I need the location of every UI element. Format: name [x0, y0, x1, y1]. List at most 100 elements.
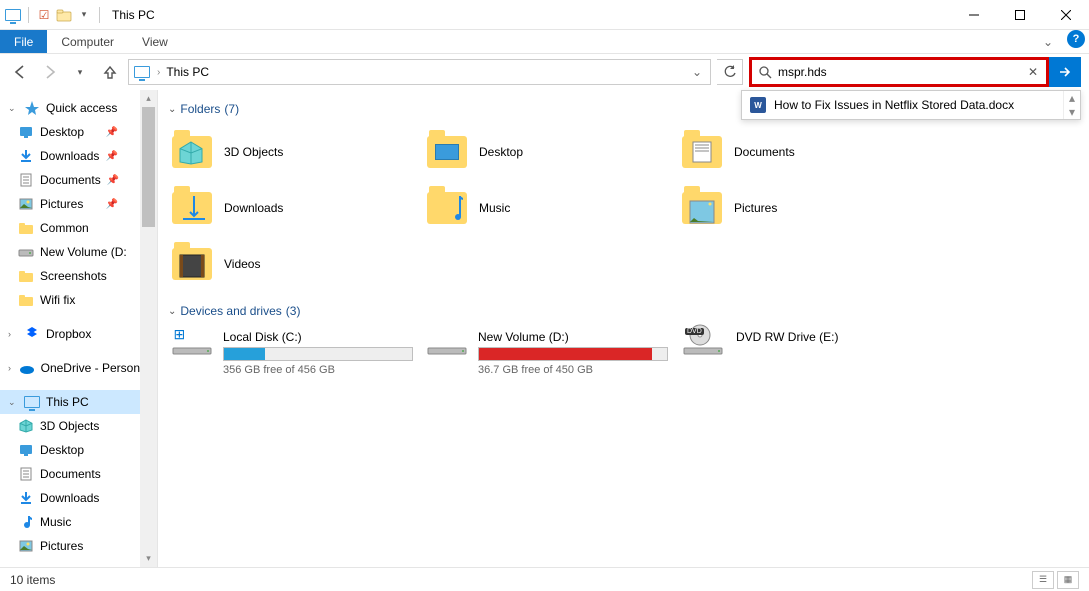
- folder-icon: [170, 186, 214, 230]
- search-box[interactable]: ✕: [749, 57, 1049, 87]
- search-input[interactable]: [774, 65, 1024, 79]
- system-menu-icon[interactable]: [4, 6, 22, 24]
- close-button[interactable]: [1043, 0, 1089, 30]
- search-clear-button[interactable]: ✕: [1024, 65, 1042, 79]
- sidebar-quick-access[interactable]: ⌄Quick access: [0, 96, 140, 120]
- drive-item-local-disk-c-[interactable]: ⊞ Local Disk (C:) 356 GB free of 456 GB: [164, 326, 419, 380]
- sidebar-dropbox[interactable]: ›Dropbox: [0, 322, 140, 346]
- documents-icon: [18, 172, 34, 188]
- dropbox-icon: [24, 326, 40, 342]
- folder-icon: [680, 130, 724, 174]
- 3d-icon: [18, 418, 34, 434]
- folder-label: Music: [479, 201, 510, 215]
- folder-item-downloads[interactable]: Downloads: [164, 180, 419, 236]
- address-bar[interactable]: › This PC ⌄: [128, 59, 711, 85]
- drive-free-text: 356 GB free of 456 GB: [223, 364, 413, 376]
- folder-item-pictures[interactable]: Pictures: [674, 180, 929, 236]
- sidebar-item-screenshots[interactable]: Screenshots: [0, 264, 140, 288]
- view-large-icons-button[interactable]: ▦: [1057, 571, 1079, 589]
- sidebar-scrollbar[interactable]: ▴ ▾: [140, 90, 157, 567]
- music-icon: [18, 514, 34, 530]
- minimize-button[interactable]: [951, 0, 997, 30]
- sidebar-item-desktop[interactable]: Desktop: [0, 438, 140, 462]
- folder-item-music[interactable]: Music: [419, 180, 674, 236]
- forward-button[interactable]: [38, 60, 62, 84]
- folder-icon: [170, 242, 214, 286]
- pictures-icon: [18, 538, 34, 554]
- navigation-bar: ▾ › This PC ⌄ ✕: [0, 54, 1089, 90]
- drive-usage-bar: [223, 347, 413, 361]
- downloads-icon: [18, 490, 34, 506]
- navigation-pane: ⌄Quick accessDesktop📌Downloads📌Documents…: [0, 90, 158, 567]
- ribbon-expand-icon[interactable]: ⌄: [1033, 30, 1063, 53]
- pc-icon: [24, 394, 40, 410]
- sidebar-item-downloads[interactable]: Downloads: [0, 486, 140, 510]
- folder-item-documents[interactable]: Documents: [674, 124, 929, 180]
- collapse-icon: ⌄: [168, 306, 176, 317]
- drive-icon: ⊞: [170, 330, 213, 370]
- address-dropdown-icon[interactable]: ⌄: [688, 65, 706, 79]
- suggestion-scrollbar[interactable]: ▴▾: [1063, 91, 1080, 119]
- sidebar-item-downloads[interactable]: Downloads📌: [0, 144, 140, 168]
- collapse-icon: ⌄: [168, 104, 176, 115]
- recent-locations-button[interactable]: ▾: [68, 60, 92, 84]
- onedrive-icon: [19, 360, 35, 376]
- folder-icon: [18, 268, 34, 284]
- sidebar-item-pictures[interactable]: Pictures: [0, 534, 140, 558]
- sidebar-item-new-volume-d-[interactable]: New Volume (D:: [0, 240, 140, 264]
- pictures-icon: [18, 196, 34, 212]
- folder-icon: [680, 186, 724, 230]
- sidebar-this-pc[interactable]: ⌄This PC: [0, 390, 140, 414]
- search-icon: [756, 65, 774, 79]
- pin-icon: 📌: [106, 151, 118, 162]
- qat-properties-icon[interactable]: ☑: [35, 6, 53, 24]
- pin-icon: 📌: [106, 199, 118, 210]
- status-bar: 10 items ☰ ▦: [0, 567, 1089, 591]
- downloads-icon: [18, 148, 34, 164]
- drive-label: Local Disk (C:): [223, 330, 413, 344]
- sidebar-onedrive[interactable]: ›OneDrive - Person: [0, 356, 140, 380]
- qat-customize-icon[interactable]: ▾: [75, 6, 93, 24]
- sidebar-item-pictures[interactable]: Pictures📌: [0, 192, 140, 216]
- breadcrumb-sep-icon: ›: [157, 67, 160, 78]
- title-bar: ☑ ▾ This PC: [0, 0, 1089, 30]
- sidebar-item-documents[interactable]: Documents📌: [0, 168, 140, 192]
- ribbon-tab-computer[interactable]: Computer: [47, 30, 128, 53]
- back-button[interactable]: [8, 60, 32, 84]
- view-details-button[interactable]: ☰: [1032, 571, 1054, 589]
- documents-icon: [18, 466, 34, 482]
- ribbon-tab-view[interactable]: View: [128, 30, 182, 53]
- drive-label: New Volume (D:): [478, 330, 668, 344]
- refresh-button[interactable]: [717, 59, 743, 85]
- sidebar-item-wifi-fix[interactable]: Wifi fix: [0, 288, 140, 312]
- suggestion-label: How to Fix Issues in Netflix Stored Data…: [774, 98, 1014, 112]
- folder-label: Pictures: [734, 201, 777, 215]
- sidebar-item-common[interactable]: Common: [0, 216, 140, 240]
- up-button[interactable]: [98, 60, 122, 84]
- sidebar-item-documents[interactable]: Documents: [0, 462, 140, 486]
- group-header-drives[interactable]: ⌄ Devices and drives (3): [164, 298, 1079, 326]
- folder-label: Desktop: [479, 145, 523, 159]
- sidebar-item-music[interactable]: Music: [0, 510, 140, 534]
- search-suggestion-item[interactable]: W How to Fix Issues in Netflix Stored Da…: [742, 91, 1063, 119]
- folder-label: Downloads: [224, 201, 283, 215]
- status-item-count: 10 items: [10, 573, 55, 587]
- folder-item-3d-objects[interactable]: 3D Objects: [164, 124, 419, 180]
- folder-icon: [18, 292, 34, 308]
- help-icon[interactable]: ?: [1067, 30, 1085, 48]
- drive-item-dvd-rw-drive-e-[interactable]: DVD DVD RW Drive (E:): [674, 326, 929, 380]
- folder-item-videos[interactable]: Videos: [164, 236, 419, 292]
- drive-item-new-volume-d-[interactable]: New Volume (D:) 36.7 GB free of 450 GB: [419, 326, 674, 380]
- folder-label: Videos: [224, 257, 260, 271]
- content-pane: ⌄ Folders (7) 3D Objects Desktop Documen…: [158, 90, 1089, 567]
- star-icon: [24, 100, 40, 116]
- search-submit-button[interactable]: [1049, 57, 1081, 87]
- sidebar-item-3d-objects[interactable]: 3D Objects: [0, 414, 140, 438]
- folder-item-desktop[interactable]: Desktop: [419, 124, 674, 180]
- address-text[interactable]: This PC: [166, 65, 682, 79]
- maximize-button[interactable]: [997, 0, 1043, 30]
- sidebar-item-desktop[interactable]: Desktop📌: [0, 120, 140, 144]
- qat-newfolder-icon[interactable]: [55, 6, 73, 24]
- ribbon-tab-file[interactable]: File: [0, 30, 47, 53]
- folder-label: 3D Objects: [224, 145, 283, 159]
